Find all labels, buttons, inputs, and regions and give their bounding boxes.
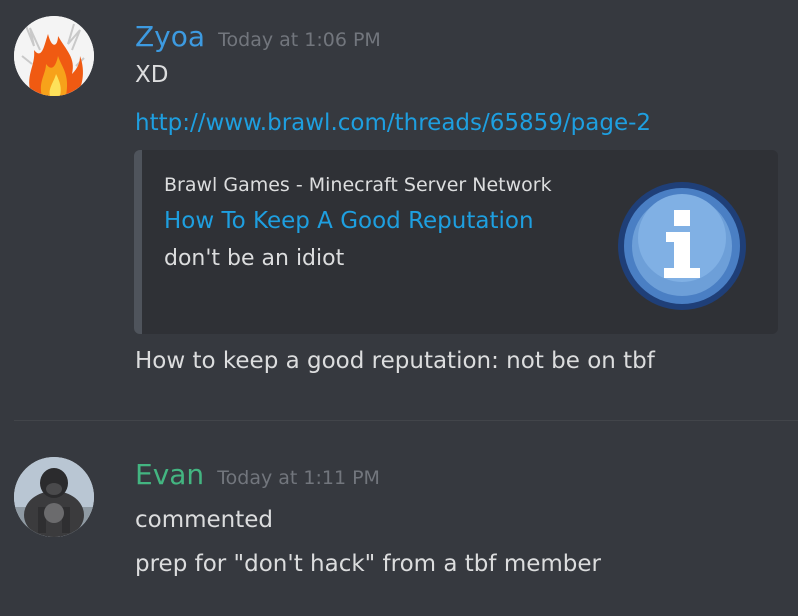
message-text: prep for "don't hack" from a tbf member: [135, 551, 601, 577]
timestamp: Today at 1:11 PM: [217, 467, 380, 489]
message-header: Zyoa Today at 1:06 PM: [135, 20, 381, 53]
message-text: How to keep a good reputation: not be on…: [135, 348, 655, 374]
message-link-line: http://www.brawl.com/threads/65859/page-…: [135, 110, 651, 136]
user-avatar[interactable]: [14, 457, 94, 537]
link-embed: Brawl Games - Minecraft Server Network H…: [134, 150, 778, 334]
info-icon: [618, 182, 746, 310]
user-avatar[interactable]: [14, 16, 94, 96]
embed-thumbnail[interactable]: [612, 176, 752, 316]
embed-description: don't be an idiot: [164, 246, 345, 271]
message-text: commented: [135, 507, 274, 533]
username[interactable]: Evan: [135, 458, 204, 491]
message-header: Evan Today at 1:11 PM: [135, 458, 380, 491]
gorilla-avatar-icon: [14, 457, 94, 537]
flame-avatar-icon: [14, 16, 94, 96]
embed-provider[interactable]: Brawl Games - Minecraft Server Network: [164, 174, 552, 196]
username[interactable]: Zyoa: [135, 20, 205, 53]
embed-title[interactable]: How To Keep A Good Reputation: [164, 208, 534, 234]
timestamp: Today at 1:06 PM: [218, 29, 381, 51]
message-link[interactable]: http://www.brawl.com/threads/65859/page-…: [135, 110, 651, 136]
message-divider: [14, 420, 798, 421]
chat-messages: Zyoa Today at 1:06 PM XD http://www.braw…: [0, 0, 798, 616]
message-text: XD: [135, 62, 169, 88]
